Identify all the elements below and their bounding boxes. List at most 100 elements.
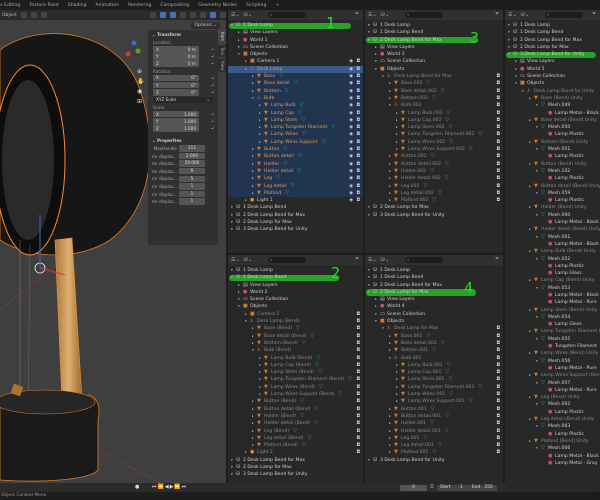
render-camera-icon[interactable]: ◘ [496, 73, 500, 80]
collapse-arrow-icon[interactable]: ▸ [389, 340, 391, 347]
tree-row[interactable]: ▾ ▽ Mesh.066 [505, 445, 600, 452]
tree-row[interactable]: ▸ ▼ Bottom.002 ▽ ◘ [365, 95, 503, 102]
frame-range-field[interactable]: Start 1 End 250 [437, 484, 497, 491]
collapse-arrow-icon[interactable]: ▸ [389, 183, 391, 190]
scene-filter-dropdown[interactable]: ⛁⌄ [244, 12, 252, 18]
tree-row[interactable]: ▸ ▼ Button.002 ▽ ◘ [365, 153, 503, 160]
mesh-data-icon[interactable]: ▽ [276, 175, 280, 181]
lock-icon[interactable]: 🔓︎ [211, 111, 214, 116]
tree-row[interactable]: ▸ ▼ Plafond (Bend) ▽ ◘ [228, 442, 363, 449]
render-camera-icon[interactable]: ◘ [496, 384, 500, 391]
collapse-arrow-icon[interactable]: ▸ [252, 161, 254, 168]
mesh-data-icon[interactable]: ▽ [302, 340, 306, 346]
expand-arrow-icon[interactable]: ▾ [231, 457, 233, 464]
mesh-data-icon[interactable]: ▽ [300, 398, 304, 404]
eye-icon[interactable]: ◉ [349, 102, 353, 109]
stopwatch-icon[interactable]: ⏱ [430, 484, 434, 490]
tree-row[interactable]: ▸ ▤ View Layers [228, 282, 363, 289]
mesh-data-icon[interactable]: ▽ [478, 384, 482, 390]
expand-arrow-icon[interactable]: ▾ [231, 212, 233, 219]
render-camera-icon[interactable]: ◘ [496, 355, 500, 362]
snap-button[interactable] [30, 12, 37, 18]
mesh-data-icon[interactable]: ▽ [315, 362, 319, 368]
collapse-arrow-icon[interactable]: ▸ [252, 340, 254, 347]
expand-arrow-icon[interactable]: ▾ [368, 274, 370, 281]
tab-texture-paint[interactable]: Texture Paint [29, 3, 59, 8]
render-camera-icon[interactable]: ◘ [356, 311, 360, 318]
render-camera-icon[interactable]: ◘ [356, 175, 360, 182]
render-camera-icon[interactable]: ◘ [356, 131, 360, 138]
tree-row[interactable]: ▸ ▼ Lamp Bulb.001 ▽ ◘ [365, 362, 503, 369]
tree-row[interactable]: ▸ ▼ Bottom.001 ▽ ◘ [365, 347, 503, 354]
render-camera-icon[interactable]: ◘ [356, 340, 360, 347]
collapse-arrow-icon[interactable]: ▸ [252, 420, 254, 427]
render-camera-icon[interactable]: ◘ [356, 197, 360, 204]
eye-icon[interactable]: ◉ [349, 139, 353, 146]
collapse-arrow-icon[interactable]: ▸ [375, 51, 377, 58]
tab-geometry-nodes[interactable]: Geometry Nodes [198, 3, 237, 8]
render-camera-icon[interactable]: ◘ [496, 117, 500, 124]
render-camera-icon[interactable]: ◘ [356, 95, 360, 102]
tree-row[interactable]: ▸ ▼ Button detail.002 ▽ ◘ [365, 161, 503, 168]
lock-icon[interactable]: 🔓︎ [211, 82, 214, 87]
collapse-arrow-icon[interactable]: ▸ [529, 204, 531, 211]
mesh-data-icon[interactable]: ▽ [316, 355, 320, 361]
render-camera-icon[interactable]: ◘ [356, 139, 360, 146]
mesh-data-icon[interactable]: ▽ [296, 325, 300, 331]
search-input[interactable]: ⌕ [405, 12, 443, 18]
mode-select[interactable]: Object [2, 13, 17, 18]
tree-row[interactable]: ▾ ⛁ 3 Desk Lamp Bend for Unity [505, 51, 600, 58]
tree-row[interactable]: ● Lamp Metal - Black [505, 241, 600, 248]
tree-row[interactable]: ▸ ● Light 1 ◉ ◘ [228, 197, 363, 204]
tree-row[interactable]: ▸ ▼ Lamp Wires.001 ▽ ◘ [365, 391, 503, 398]
scale-z-field[interactable]: Z 1.000 [153, 125, 199, 132]
collapse-arrow-icon[interactable]: ▸ [259, 376, 261, 383]
tree-row[interactable]: ▸ ▤ View Layers [365, 44, 503, 51]
property-value-field[interactable]: 1 [179, 183, 205, 190]
tree-row[interactable]: ▾ ▽ Mesh.051 [505, 146, 600, 153]
mesh-data-icon[interactable]: ▽ [432, 95, 436, 101]
overlay-toggle[interactable] [170, 12, 176, 18]
tree-row[interactable]: ▾ ■ Objects [365, 318, 503, 325]
collapse-arrow-icon[interactable]: ▸ [389, 347, 391, 354]
expand-arrow-icon[interactable]: ▾ [375, 66, 377, 73]
render-camera-icon[interactable]: ◘ [356, 435, 360, 442]
camera-view-icon[interactable]: ◉ [137, 88, 144, 95]
collapse-arrow-icon[interactable]: ▸ [259, 369, 261, 376]
expand-arrow-icon[interactable]: ▾ [536, 256, 538, 263]
mesh-data-icon[interactable]: ▽ [310, 333, 314, 339]
property-value-field[interactable]: 1 [179, 198, 205, 205]
render-camera-icon[interactable]: ◘ [496, 406, 500, 413]
mesh-data-icon[interactable]: ▽ [283, 161, 287, 167]
collapse-arrow-icon[interactable]: ▸ [389, 333, 391, 340]
tree-row[interactable]: ▸ ▼ Lamp Stem (Bend) ▽ ◘ [228, 369, 363, 376]
tree-row[interactable]: ▾ ⛁ 2 Desk Lamp for Max [228, 219, 363, 226]
tree-row[interactable]: ● Lamp Glass [505, 270, 600, 277]
expand-arrow-icon[interactable]: ▾ [238, 44, 240, 51]
tree-row[interactable]: ▸ ▼ Lamp Wires Support ▽ ◉ ◘ [228, 138, 363, 147]
tree-row[interactable]: ▸ ▼ Holder ▽ ◉ ◘ [228, 160, 363, 168]
pan-hand-icon[interactable]: ✋ [137, 78, 144, 85]
tree-row[interactable]: ▸ ▼ Lamp Wires Support.001 ▽ ◘ [365, 398, 503, 405]
gizmo-toggle[interactable] [160, 12, 166, 18]
collapse-arrow-icon[interactable]: ▸ [389, 168, 391, 175]
tree-row[interactable]: ▾ ▽ Mesh.056 [505, 358, 600, 365]
mesh-data-icon[interactable]: ▽ [302, 131, 306, 137]
expand-arrow-icon[interactable]: ▾ [515, 73, 517, 80]
expand-arrow-icon[interactable]: ▾ [515, 80, 517, 87]
eye-icon[interactable]: ◉ [349, 88, 353, 95]
mesh-data-icon[interactable]: ▽ [432, 449, 436, 455]
tree-row[interactable]: ▸▼Lamp Wires Support (Bend) U [505, 372, 600, 379]
tree-row[interactable]: ▸ ▤ View Layers [365, 296, 503, 303]
collapse-arrow-icon[interactable]: ▸ [396, 117, 398, 124]
tree-row[interactable]: ▸ ▼ Base detail (Bend) ▽ ◘ [228, 333, 363, 340]
tree-row[interactable]: ▾ ▽ Mesh.062 [505, 401, 600, 408]
tree-row[interactable]: ▾ ▽ Mesh.054 [505, 314, 600, 321]
tree-row[interactable]: ▾ ▽ Mesh.061 [505, 234, 600, 241]
grid-icon[interactable]: ⊞ [137, 98, 144, 105]
tree-row[interactable]: ▾ ⛁ 1 Desk Lamp Bend [365, 29, 503, 36]
tree-row[interactable]: ▸ ▼ Bottom (Bend) ▽ ◘ [228, 340, 363, 347]
mesh-data-icon[interactable]: ▽ [285, 88, 289, 94]
property-value-field[interactable]: 20.000 [179, 160, 205, 167]
expand-arrow-icon[interactable]: ▾ [536, 102, 538, 109]
